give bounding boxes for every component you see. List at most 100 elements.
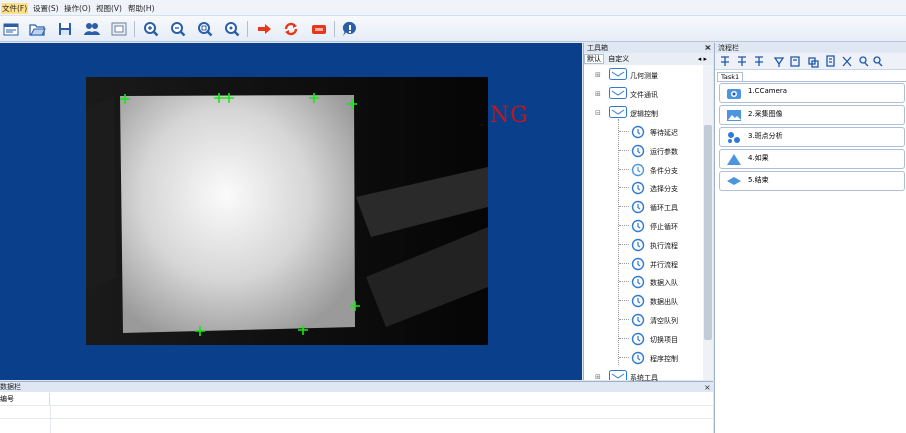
end-icon	[727, 177, 741, 185]
toolbox-scrollbar[interactable]	[703, 65, 713, 380]
tool-select-branch[interactable]: 选择分支	[650, 184, 678, 194]
marker	[224, 93, 234, 103]
marker	[195, 326, 205, 336]
tab-scroll-arrows[interactable]: ◂ ▸	[698, 53, 707, 65]
stop-loop-icon	[631, 219, 645, 233]
loop-tool-icon	[631, 200, 645, 214]
tool-wait-delay[interactable]: 等待延迟	[650, 128, 678, 138]
marker	[347, 99, 357, 109]
help-icon[interactable]	[341, 20, 359, 38]
flow-title: 流程栏	[715, 43, 906, 53]
data-panel-close-icon[interactable]: ×	[704, 383, 711, 392]
column-header-id[interactable]: 编号	[0, 393, 50, 405]
marker	[350, 301, 360, 311]
step-label: 4.如果	[748, 154, 769, 162]
menu-view[interactable]: 视图(V)	[96, 3, 122, 14]
tool-program-control[interactable]: 程序控制	[650, 354, 678, 364]
program-control-icon	[631, 351, 645, 364]
tool-clear-queue[interactable]: 清空队列	[650, 316, 678, 326]
group-expander[interactable]: ⊞	[595, 373, 601, 381]
step-label: 5.结束	[748, 176, 769, 184]
zoom-actual-icon[interactable]	[223, 20, 241, 38]
enqueue-data-icon	[631, 276, 645, 289]
tab-default[interactable]: 默认	[584, 54, 604, 64]
menu-bar: 文件(F) 设置(S) 操作(O) 视图(V) 帮助(H)	[0, 0, 906, 16]
flow-panel: 流程栏 Task1 1.CCamera 2.采集图像 3.斑点分析 4.如果 5…	[714, 43, 906, 433]
flow-close-icon[interactable]: ×	[705, 43, 712, 52]
menu-settings[interactable]: 设置(S)	[33, 3, 59, 14]
switch-project-icon	[631, 332, 645, 345]
marker	[120, 94, 130, 104]
zoom-in-icon[interactable]	[142, 20, 160, 38]
toolbar	[0, 16, 906, 42]
step-label: 3.斑点分析	[748, 132, 783, 140]
image-viewport[interactable]: NG	[0, 43, 582, 380]
condition-branch-icon	[631, 163, 645, 176]
wait-delay-icon	[631, 125, 645, 139]
image-capture-icon	[727, 110, 741, 121]
marker	[298, 325, 308, 335]
run-loop-icon[interactable]	[282, 20, 300, 38]
marker	[214, 93, 224, 103]
new-project-icon[interactable]	[2, 20, 20, 38]
open-folder-icon[interactable]	[28, 20, 46, 38]
toolbox-title: 工具箱	[584, 43, 713, 53]
scrollbar-thumb[interactable]	[704, 125, 712, 340]
users-icon[interactable]	[83, 20, 101, 38]
group-expander[interactable]: ⊟	[595, 109, 601, 117]
group-expander[interactable]: ⊞	[595, 90, 601, 98]
tool-enqueue-data[interactable]: 数据入队	[650, 278, 678, 288]
flow-toolbar	[715, 53, 906, 70]
flow-step-ccamera[interactable]: 1.CCamera	[719, 83, 905, 103]
marker-overlay	[120, 93, 360, 336]
stop-icon[interactable]	[310, 20, 328, 38]
comm-folder-icon	[609, 87, 627, 99]
toolbox-tabs: 默认 自定义 ◂ ▸	[584, 53, 713, 65]
menu-operation[interactable]: 操作(O)	[64, 3, 91, 14]
zoom-out-icon[interactable]	[169, 20, 187, 38]
run-once-icon[interactable]	[255, 20, 273, 38]
branch-if-icon	[727, 154, 741, 165]
parallel-flow-icon	[631, 257, 645, 270]
data-panel-title: 数据栏	[0, 382, 713, 392]
group-logic-control[interactable]: 逻辑控制	[630, 109, 658, 119]
save-icon[interactable]	[56, 20, 74, 38]
toolbox-panel: 工具箱 × 默认 自定义 ◂ ▸ ⊞ 几何测量 ⊞ 文件通讯 ⊟ 逻辑控制 等待…	[583, 43, 713, 382]
tool-switch-project[interactable]: 切换项目	[650, 335, 678, 345]
group-expander[interactable]: ⊞	[595, 71, 601, 79]
tool-loop-tool[interactable]: 循环工具	[650, 203, 678, 213]
menu-file[interactable]: 文件(F)	[1, 3, 29, 14]
tool-dequeue-data[interactable]: 数据出队	[650, 297, 678, 307]
group-file-comm[interactable]: 文件通讯	[630, 90, 658, 100]
tool-parallel-flow[interactable]: 并行流程	[650, 260, 678, 270]
step-label: 1.CCamera	[748, 87, 788, 95]
data-panel: 数据栏 × 编号	[0, 381, 713, 433]
exec-flow-icon	[631, 238, 645, 251]
tool-run-params[interactable]: 运行参数	[650, 147, 678, 157]
geometry-folder-icon	[609, 68, 627, 80]
flow-step-capture[interactable]: 2.采集图像	[719, 105, 905, 125]
blob-analysis-icon	[728, 132, 740, 143]
flow-tool-icon	[721, 56, 729, 66]
tool-stop-loop[interactable]: 停止循环	[650, 222, 678, 232]
system-folder-icon	[609, 370, 627, 380]
tool-exec-flow[interactable]: 执行流程	[650, 241, 678, 251]
group-geometry[interactable]: 几何测量	[630, 71, 658, 81]
logic-folder-icon	[609, 106, 627, 118]
tool-condition-branch[interactable]: 条件分支	[650, 166, 678, 176]
marker	[309, 93, 319, 103]
camera-icon	[727, 89, 741, 99]
fit-window-icon[interactable]	[110, 20, 128, 38]
zoom-fit-icon[interactable]	[196, 20, 214, 38]
step-label: 2.采集图像	[748, 110, 783, 118]
select-branch-icon	[631, 182, 645, 195]
dequeue-data-icon	[631, 294, 645, 308]
clear-queue-icon	[631, 313, 645, 327]
flow-step-blob[interactable]: 3.斑点分析	[719, 127, 905, 147]
flow-step-if[interactable]: 4.如果	[719, 149, 905, 169]
result-ng-text: NG	[490, 103, 529, 128]
run-params-icon	[631, 144, 645, 157]
menu-help[interactable]: 帮助(H)	[128, 3, 155, 14]
tab-custom[interactable]: 自定义	[606, 55, 631, 63]
flow-step-end[interactable]: 5.结束	[719, 171, 905, 191]
